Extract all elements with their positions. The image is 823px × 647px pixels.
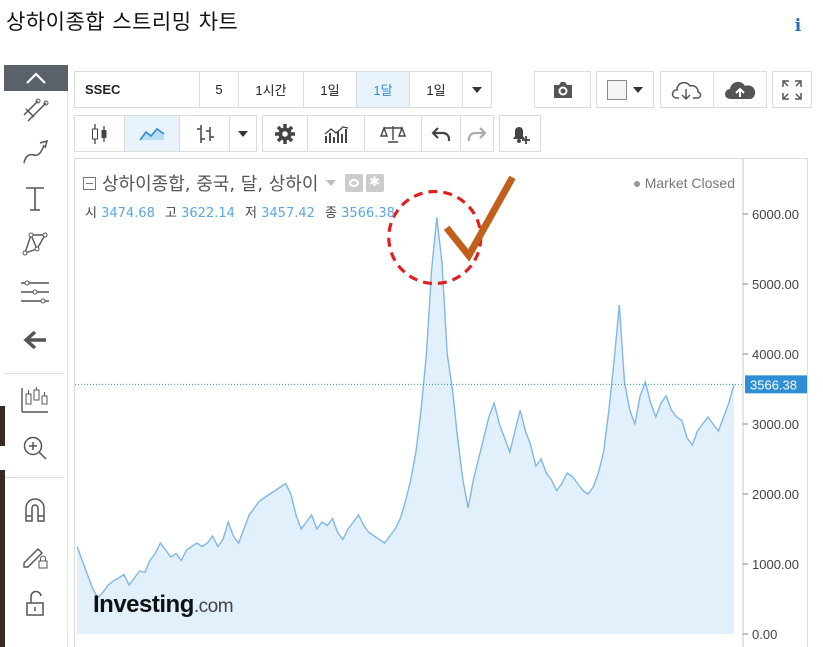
y-tick-label: 1000.00 [752, 557, 799, 572]
interval-button-1d-alt[interactable]: 1일 [409, 71, 463, 108]
interval-button-1h[interactable]: 1시간 [238, 71, 304, 108]
y-tick-label: 3000.00 [752, 417, 799, 432]
chart-panel[interactable]: 6000.00 5000.00 4000.00 3000.00 2000.00 1000.… [74, 158, 808, 647]
close-label: 종 [325, 206, 338, 221]
alert-button[interactable] [499, 115, 541, 152]
fullscreen-icon [782, 79, 802, 100]
y-tick-label: 4000.00 [752, 347, 799, 362]
status-dot-icon [633, 181, 640, 188]
indicators-button[interactable] [307, 115, 365, 152]
high-label: 고 [165, 206, 177, 221]
chart-type-dropdown-button[interactable] [229, 115, 257, 152]
eye-icon[interactable] [344, 174, 363, 192]
window-edge [0, 470, 5, 647]
info-icon[interactable]: i [787, 14, 809, 38]
unlock-icon[interactable] [18, 587, 52, 621]
investing-watermark: Investing.com [93, 591, 234, 619]
save-chart-button[interactable] [713, 71, 767, 108]
undo-icon [431, 126, 451, 141]
price-chart[interactable]: 6000.00 5000.00 4000.00 3000.00 2000.00 1000.… [75, 159, 808, 647]
settings-gear-icon[interactable]: ✱ [365, 174, 384, 192]
market-status: Market Closed [633, 175, 735, 191]
chart-toolbar-top: SSEC 5 1시간 1일 1달 1일 [74, 71, 812, 108]
y-tick-label: 2000.00 [752, 487, 799, 502]
chart-color-button[interactable] [596, 71, 654, 108]
watermark-brand: Investing [93, 591, 194, 618]
interval-button-1m[interactable]: 1달 [356, 71, 410, 108]
compare-button[interactable] [364, 115, 422, 152]
open-label: 시 [85, 206, 97, 221]
cloud-upload-icon [725, 81, 756, 99]
settings-button[interactable] [262, 115, 308, 152]
chart-toolbar-second [74, 115, 541, 152]
chevron-down-icon[interactable] [325, 179, 337, 187]
interval-button-5[interactable]: 5 [199, 71, 239, 108]
pattern-icon[interactable] [18, 227, 52, 261]
chart-title-text: 상하이종합, 중국, 달, 상하이 [102, 174, 319, 195]
text-icon[interactable] [18, 181, 52, 215]
crosshair-lines-icon[interactable] [18, 93, 52, 127]
area-chart-icon [139, 127, 165, 140]
chevron-down-icon [238, 130, 248, 137]
interval-dropdown-button[interactable] [462, 71, 492, 108]
zoom-in-icon[interactable] [18, 431, 52, 465]
close-value: 3566.38 [341, 206, 395, 221]
candlestick-icon [91, 123, 106, 144]
fibonacci-icon[interactable] [18, 275, 52, 309]
fullscreen-button[interactable] [772, 71, 812, 108]
chevron-down-icon [633, 86, 643, 93]
chevron-up-icon [26, 72, 46, 84]
low-label: 저 [245, 206, 257, 221]
redo-button[interactable] [460, 115, 494, 152]
sidebar-divider [4, 373, 64, 374]
low-value: 3457.42 [261, 206, 315, 221]
high-value: 3622.14 [181, 206, 235, 221]
bell-plus-icon [513, 126, 530, 144]
bars-button[interactable] [179, 115, 230, 152]
color-swatch [607, 79, 627, 100]
ohlc-readout: 시 3474.68 고 3622.14 저 3457.42 종 3566.38 [85, 202, 401, 221]
y-tick-label: 6000.00 [752, 207, 799, 222]
lock-pencil-icon[interactable] [18, 539, 52, 573]
redo-icon [467, 126, 487, 141]
last-price-label: 3566.38 [750, 377, 797, 392]
brush-icon[interactable] [18, 135, 52, 169]
market-status-text: Market Closed [644, 175, 735, 191]
load-chart-button[interactable] [660, 71, 714, 108]
interval-button-1d[interactable]: 1일 [303, 71, 357, 108]
open-value: 3474.68 [101, 206, 155, 221]
magnet-icon[interactable] [18, 493, 52, 527]
y-tick-label: 0.00 [752, 627, 777, 642]
screenshot-button[interactable] [534, 71, 591, 108]
scales-icon [380, 125, 406, 143]
cloud-download-icon [671, 81, 702, 100]
camera-icon [553, 81, 572, 98]
indicator-icon[interactable] [18, 383, 52, 417]
chart-legend-title: 상하이종합, 중국, 달, 상하이 ✱ [83, 170, 384, 196]
collapse-legend-icon[interactable] [83, 176, 96, 190]
drawing-toolbar [0, 65, 68, 647]
window-edge [0, 406, 5, 446]
ohlc-bars-icon [196, 124, 214, 143]
undo-button[interactable] [421, 115, 461, 152]
page-title: 상하이종합 스트리밍 차트 [6, 10, 239, 34]
gear-icon [275, 123, 295, 144]
y-tick-label: 5000.00 [752, 277, 799, 292]
indicators-icon [324, 125, 349, 143]
symbol-field[interactable]: SSEC [74, 71, 200, 108]
sidebar-divider [4, 477, 64, 478]
area-fill [77, 217, 734, 634]
watermark-suffix: .com [193, 596, 234, 617]
candles-button[interactable] [74, 115, 125, 152]
arrow-left-icon[interactable] [18, 323, 52, 357]
collapse-toolbar-button[interactable] [4, 65, 68, 91]
chevron-down-icon [472, 86, 482, 93]
area-chart-button[interactable] [124, 115, 180, 152]
